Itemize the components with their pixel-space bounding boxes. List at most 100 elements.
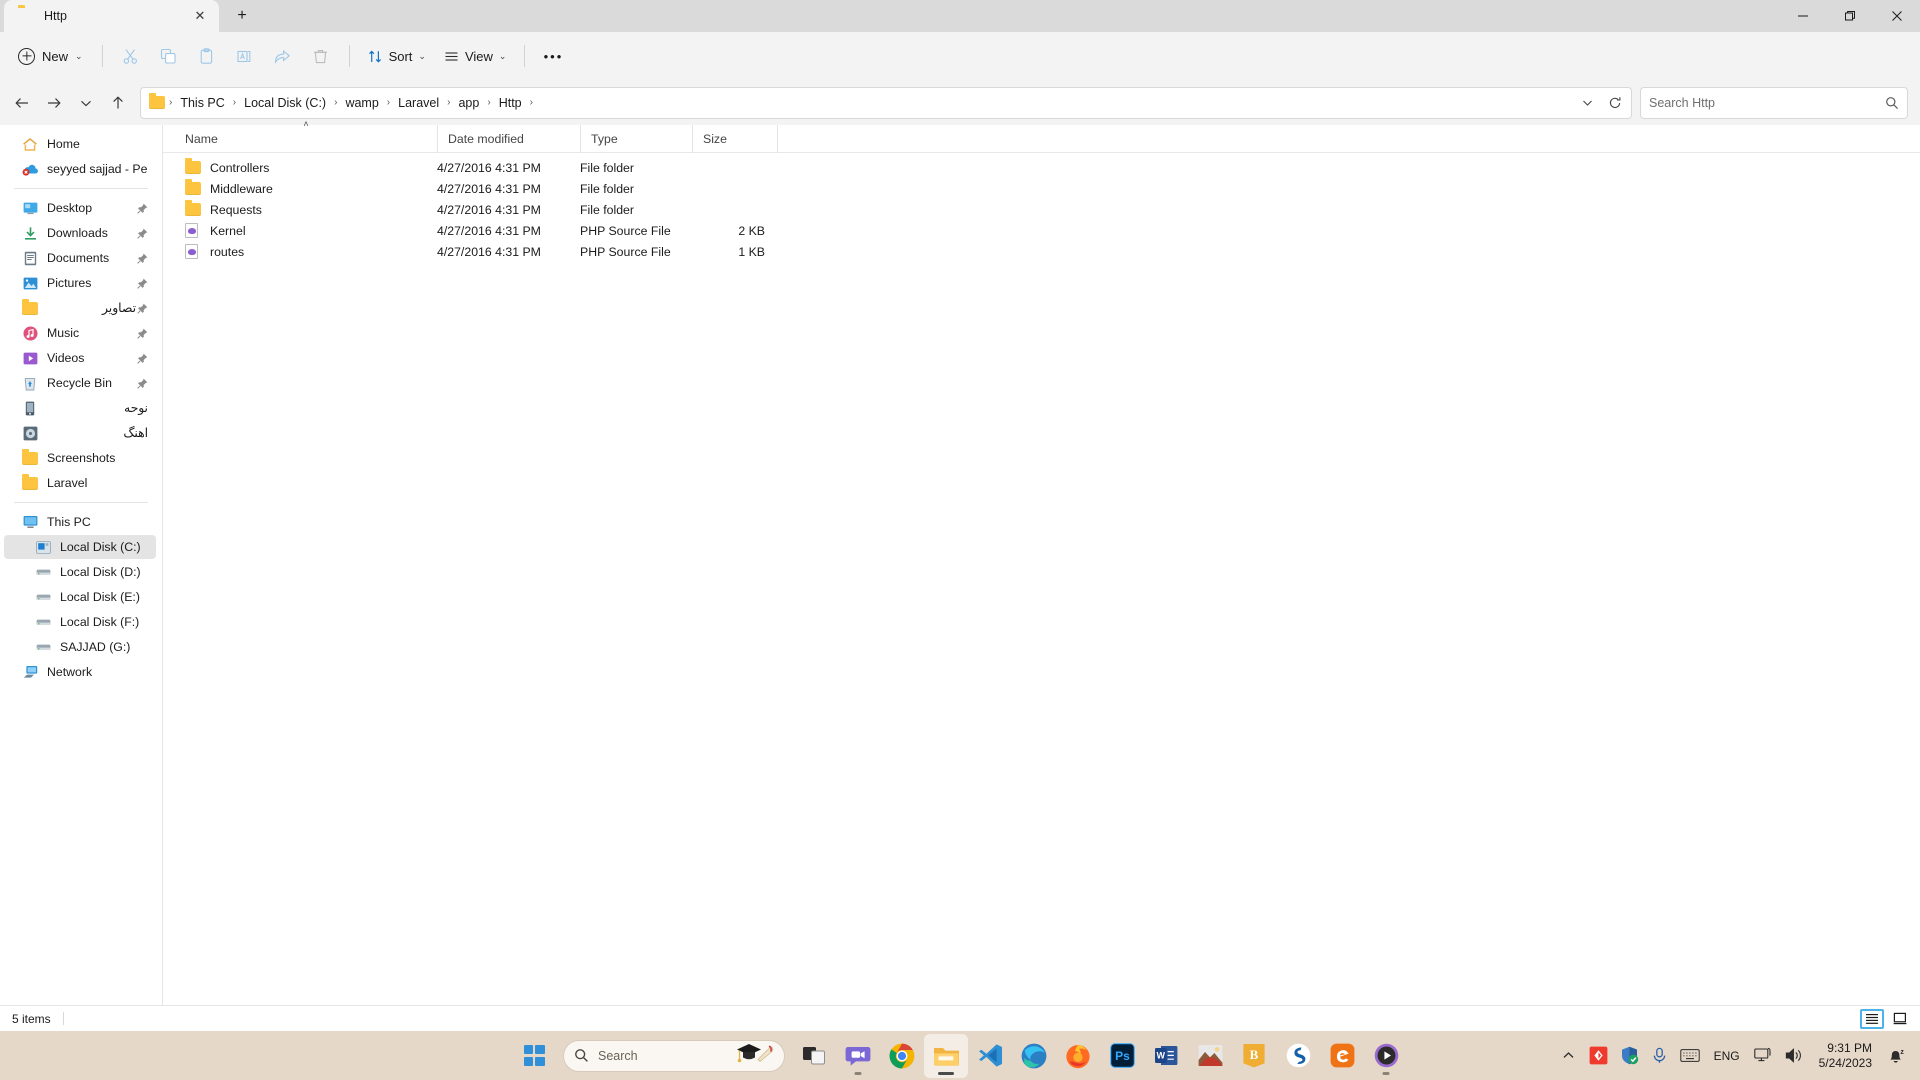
table-row[interactable]: Requests 4/27/2016 4:31 PM File folder — [163, 199, 1920, 220]
minimize-button[interactable] — [1779, 0, 1826, 32]
rename-button[interactable] — [226, 40, 264, 72]
taskbar-item-microsoft-edge[interactable] — [1012, 1034, 1056, 1078]
breadcrumb-item-http[interactable]: Http — [493, 93, 528, 113]
close-button[interactable] — [1873, 0, 1920, 32]
taskbar-item-eviews[interactable] — [1320, 1034, 1364, 1078]
taskbar-item-word[interactable]: W — [1144, 1034, 1188, 1078]
taskbar-search[interactable]: Search — [563, 1039, 785, 1072]
taskbar-item-visual-studio-code[interactable] — [968, 1034, 1012, 1078]
taskbar-item-firefox[interactable] — [1056, 1034, 1100, 1078]
touch-keyboard-icon[interactable] — [1675, 1038, 1705, 1074]
sidebar-item-music[interactable]: Music — [4, 321, 156, 345]
folder-icon — [18, 8, 34, 24]
ellipsis-icon: ••• — [543, 48, 564, 64]
volume-icon[interactable] — [1780, 1038, 1809, 1074]
sidebar-item-ahang[interactable]: اهنگ — [4, 421, 156, 445]
sidebar-item-downloads[interactable]: Downloads — [4, 221, 156, 245]
up-button[interactable] — [102, 87, 134, 119]
clock[interactable]: 9:31 PM 5/24/2023 — [1811, 1036, 1880, 1076]
sidebar-item-network[interactable]: Network — [4, 660, 156, 684]
sidebar-item-local-disk-d[interactable]: Local Disk (D:) — [4, 560, 156, 584]
new-button[interactable]: New ⌄ — [10, 40, 93, 72]
file-size: 2 KB — [738, 223, 765, 238]
close-icon[interactable]: ✕ — [187, 4, 213, 28]
taskbar-item-photoshop[interactable]: Ps — [1100, 1034, 1144, 1078]
show-hidden-icons-button[interactable] — [1556, 1038, 1582, 1074]
column-header-date-modified[interactable]: Date modified — [437, 124, 580, 153]
breadcrumb-separator[interactable]: › — [528, 97, 535, 108]
microphone-icon[interactable] — [1646, 1038, 1673, 1074]
sidebar-item-sajjad-g[interactable]: SAJJAD (G:) — [4, 635, 156, 659]
sidebar-item-onedrive[interactable]: seyyed sajjad - Perso — [4, 157, 156, 181]
table-row[interactable]: Kernel 4/27/2016 4:31 PM PHP Source File… — [163, 220, 1920, 241]
breadcrumb-item-app[interactable]: app — [452, 93, 485, 113]
cut-button[interactable] — [112, 40, 150, 72]
sidebar-item-laravel[interactable]: Laravel — [4, 471, 156, 495]
sort-button[interactable]: Sort ⌄ — [359, 40, 435, 72]
start-button[interactable] — [512, 1034, 556, 1078]
column-header-name[interactable]: ˄ Name — [175, 119, 437, 153]
taskbar-item-soundtrack[interactable] — [1276, 1034, 1320, 1078]
sidebar-item-tasavir[interactable]: تصاویر — [4, 296, 156, 320]
forward-button[interactable] — [38, 87, 70, 119]
sidebar-item-documents[interactable]: Documents — [4, 246, 156, 270]
sidebar-item-home[interactable]: Home — [4, 132, 156, 156]
file-list[interactable]: Controllers 4/27/2016 4:31 PM File folde… — [163, 153, 1920, 1005]
tab-http[interactable]: Http ✕ — [4, 0, 219, 32]
search-input[interactable] — [1649, 95, 1885, 110]
taskbar-item-file-explorer[interactable] — [924, 1033, 968, 1078]
breadcrumb-separator[interactable]: › — [332, 97, 339, 108]
table-row[interactable]: Controllers 4/27/2016 4:31 PM File folde… — [163, 157, 1920, 178]
details-view-button[interactable] — [1860, 1008, 1884, 1029]
network-icon[interactable] — [1749, 1038, 1778, 1074]
refresh-button[interactable] — [1601, 89, 1629, 117]
sidebar-item-screenshots[interactable]: Screenshots — [4, 446, 156, 470]
sidebar-item-local-disk-c[interactable]: Local Disk (C:) — [4, 535, 156, 559]
windows-security-icon[interactable] — [1615, 1038, 1644, 1074]
sidebar-item-pictures[interactable]: Pictures — [4, 271, 156, 295]
breadcrumb-item-laravel[interactable]: Laravel — [392, 93, 445, 113]
navigation-pane[interactable]: Home seyyed sajjad - Perso De — [0, 125, 163, 1005]
column-header-type[interactable]: Type — [580, 124, 692, 153]
taskbar-item-bootstrap[interactable]: B — [1232, 1034, 1276, 1078]
breadcrumb-separator[interactable]: › — [445, 97, 452, 108]
taskbar-item-google-chrome[interactable] — [880, 1034, 924, 1078]
taskbar-item-task-view[interactable] — [792, 1034, 836, 1078]
search-box[interactable] — [1640, 86, 1908, 119]
language-indicator[interactable]: ENG — [1707, 1038, 1747, 1074]
breadcrumb-item-this-pc[interactable]: This PC — [174, 93, 230, 113]
share-button[interactable] — [264, 40, 302, 72]
notification-bell-icon[interactable]: z — [1882, 1038, 1910, 1074]
delete-button[interactable] — [302, 40, 340, 72]
sidebar-item-videos[interactable]: Videos — [4, 346, 156, 370]
maximize-button[interactable] — [1826, 0, 1873, 32]
sidebar-item-local-disk-f[interactable]: Local Disk (F:) — [4, 610, 156, 634]
table-row[interactable]: routes 4/27/2016 4:31 PM PHP Source File… — [163, 241, 1920, 262]
address-bar[interactable]: › This PC › Local Disk (C:) › wamp › Lar… — [140, 86, 1632, 119]
paste-button[interactable] — [188, 40, 226, 72]
taskbar-item-media-player[interactable] — [1364, 1034, 1408, 1078]
copy-button[interactable] — [150, 40, 188, 72]
breadcrumb-item-local-disk-c[interactable]: Local Disk (C:) — [238, 93, 332, 113]
column-header-size[interactable]: Size — [692, 124, 777, 153]
sidebar-item-desktop[interactable]: Desktop — [4, 196, 156, 220]
large-icons-view-button[interactable] — [1888, 1009, 1912, 1029]
table-row[interactable]: Middleware 4/27/2016 4:31 PM File folder — [163, 178, 1920, 199]
breadcrumb-separator[interactable]: › — [385, 97, 392, 108]
see-more-button[interactable]: ••• — [534, 40, 572, 72]
previous-locations-button[interactable] — [1573, 89, 1601, 117]
sidebar-item-nohe[interactable]: نوحه — [4, 396, 156, 420]
taskbar-item-photo[interactable] — [1188, 1034, 1232, 1078]
sidebar-item-recycle-bin[interactable]: Recycle Bin — [4, 371, 156, 395]
recent-locations-button[interactable] — [70, 87, 102, 119]
sidebar-item-this-pc[interactable]: This PC — [4, 510, 156, 534]
back-button[interactable] — [6, 87, 38, 119]
breadcrumb-item-wamp[interactable]: wamp — [339, 93, 384, 113]
breadcrumb-separator[interactable]: › — [485, 97, 492, 108]
breadcrumb-separator[interactable]: › — [231, 97, 238, 108]
internet-download-manager-icon[interactable] — [1584, 1038, 1613, 1074]
new-tab-button[interactable]: + — [227, 3, 257, 29]
view-button[interactable]: View ⌄ — [435, 40, 516, 72]
taskbar-item-chat[interactable] — [836, 1034, 880, 1078]
sidebar-item-local-disk-e[interactable]: Local Disk (E:) — [4, 585, 156, 609]
